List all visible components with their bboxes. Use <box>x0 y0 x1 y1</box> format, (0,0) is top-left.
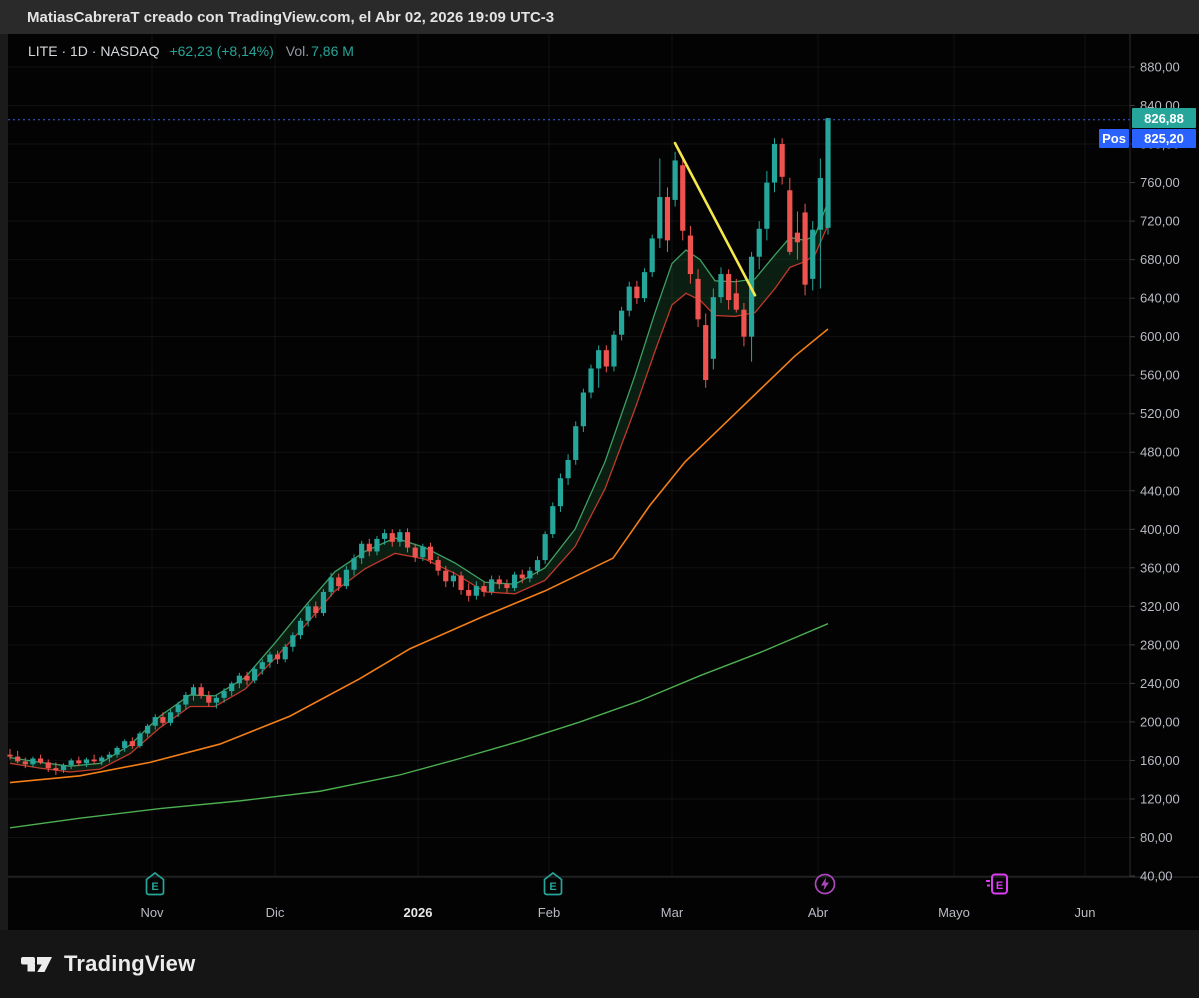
chart-canvas[interactable] <box>8 34 1199 930</box>
tradingview-logo-icon <box>21 957 52 972</box>
footer-bar: TradingView <box>0 930 1199 998</box>
symbol-title[interactable]: LITE · 1D · NASDAQ <box>28 43 159 59</box>
position-badge[interactable]: Pos <box>1099 129 1129 148</box>
tradingview-wordmark: TradingView <box>64 951 196 976</box>
price-change: +62,23 (+8,14%) <box>169 43 274 59</box>
chart-legend: LITE · 1D · NASDAQ +62,23 (+8,14%) Vol. … <box>28 40 354 62</box>
attribution-bar: MatiasCabreraT creado con TradingView.co… <box>0 0 1199 34</box>
position-price-label: 825,20 <box>1132 129 1196 148</box>
last-price-label: 826,88 <box>1132 108 1196 128</box>
attribution-text: MatiasCabreraT creado con TradingView.co… <box>27 8 555 26</box>
volume-value: 7,86 M <box>311 43 354 59</box>
tradingview-screenshot: MatiasCabreraT creado con TradingView.co… <box>0 0 1199 998</box>
volume-label: Vol. <box>285 43 310 59</box>
